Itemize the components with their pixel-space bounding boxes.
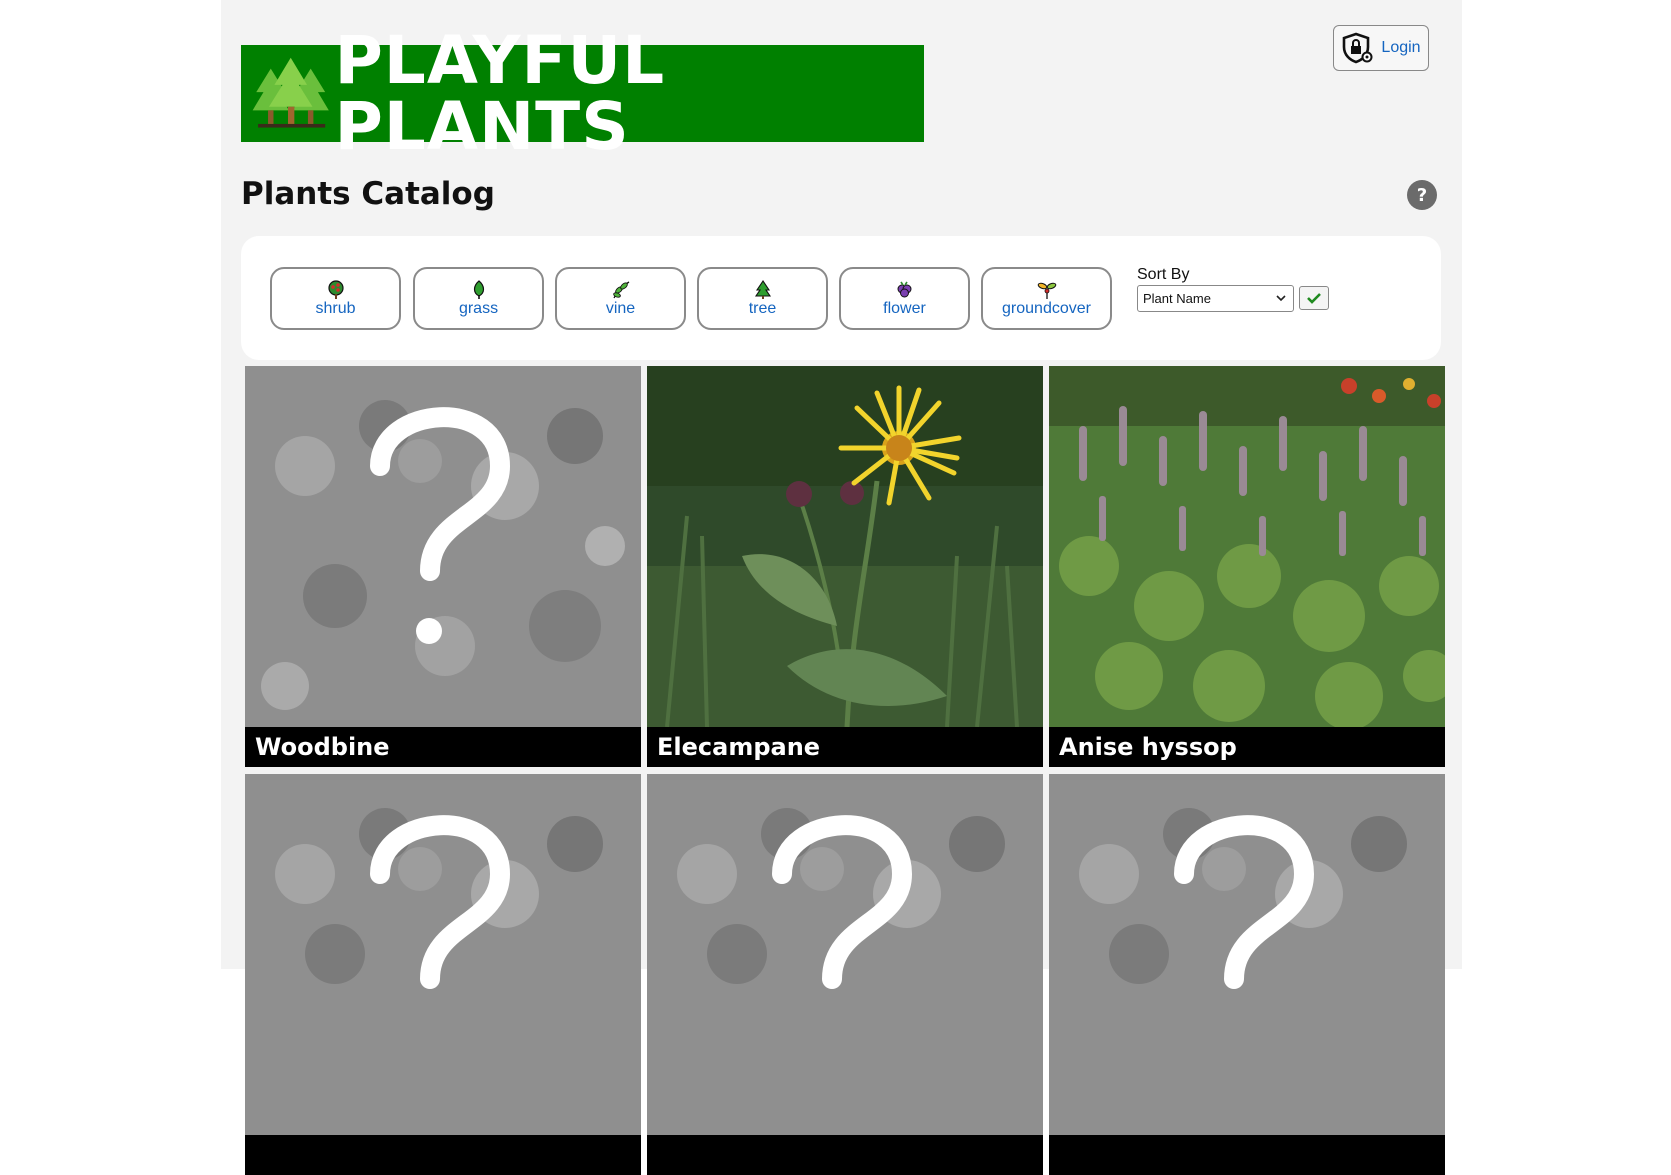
plant-name bbox=[647, 1135, 1043, 1175]
plant-name: Woodbine bbox=[245, 727, 641, 767]
help-button[interactable]: ? bbox=[1407, 180, 1437, 210]
flower-icon bbox=[897, 281, 911, 297]
filter-grass-button[interactable]: grass bbox=[413, 267, 544, 330]
plant-card[interactable]: Elecampane bbox=[647, 366, 1043, 767]
placeholder-image bbox=[1049, 774, 1445, 1135]
plant-photo bbox=[1049, 366, 1445, 727]
grass-icon bbox=[473, 279, 484, 299]
placeholder-image bbox=[647, 774, 1043, 1135]
filter-flower-button[interactable]: flower bbox=[839, 267, 970, 330]
sort-by-label: Sort By bbox=[1137, 266, 1190, 283]
filter-grass-label: grass bbox=[458, 299, 499, 317]
filter-groundcover-label: groundcover bbox=[1002, 299, 1091, 317]
groundcover-icon bbox=[1037, 282, 1056, 299]
plant-card[interactable]: Woodbine bbox=[245, 366, 641, 767]
placeholder-image bbox=[245, 366, 641, 727]
placeholder-image bbox=[245, 774, 641, 1135]
filter-shrub-label: shrub bbox=[315, 299, 356, 317]
filter-panel: shrub grass vine tree flower groundcover… bbox=[241, 236, 1441, 360]
filter-tree-label: tree bbox=[748, 299, 777, 317]
page-container: PLAYFUL PLANTS Login Plants Catalog ? sh… bbox=[221, 0, 1462, 1175]
sort-select[interactable]: Plant Name bbox=[1137, 285, 1294, 312]
filter-shrub-button[interactable]: shrub bbox=[270, 267, 401, 330]
tree-icon bbox=[754, 279, 771, 299]
sort-selected-value: Plant Name bbox=[1143, 291, 1211, 306]
shield-lock-icon bbox=[1343, 32, 1373, 64]
plant-card[interactable]: Anise hyssop bbox=[1049, 366, 1445, 767]
page-title: Plants Catalog bbox=[241, 176, 495, 212]
checkmark-icon bbox=[1307, 293, 1321, 304]
plant-name bbox=[1049, 1135, 1445, 1175]
site-logo[interactable]: PLAYFUL PLANTS bbox=[241, 27, 924, 159]
chevron-down-icon bbox=[1276, 295, 1286, 302]
login-button[interactable]: Login bbox=[1333, 25, 1429, 71]
plant-name bbox=[245, 1135, 641, 1175]
filter-vine-label: vine bbox=[605, 299, 636, 317]
filter-flower-label: flower bbox=[883, 299, 926, 317]
plant-card[interactable] bbox=[245, 774, 641, 1175]
vine-icon bbox=[612, 280, 629, 298]
plant-name: Elecampane bbox=[647, 727, 1043, 767]
plant-name: Anise hyssop bbox=[1049, 727, 1445, 767]
filter-vine-button[interactable]: vine bbox=[555, 267, 686, 330]
plant-card[interactable] bbox=[647, 774, 1043, 1175]
sort-apply-button[interactable] bbox=[1299, 286, 1329, 310]
login-label: Login bbox=[1381, 39, 1421, 56]
filter-groundcover-button[interactable]: groundcover bbox=[981, 267, 1112, 330]
plant-photo bbox=[647, 366, 1043, 727]
logo-text: PLAYFUL PLANTS bbox=[334, 21, 666, 165]
plant-card[interactable] bbox=[1049, 774, 1445, 1175]
filter-tree-button[interactable]: tree bbox=[697, 267, 828, 330]
shrub-icon bbox=[327, 279, 344, 299]
trees-icon bbox=[252, 57, 329, 128]
